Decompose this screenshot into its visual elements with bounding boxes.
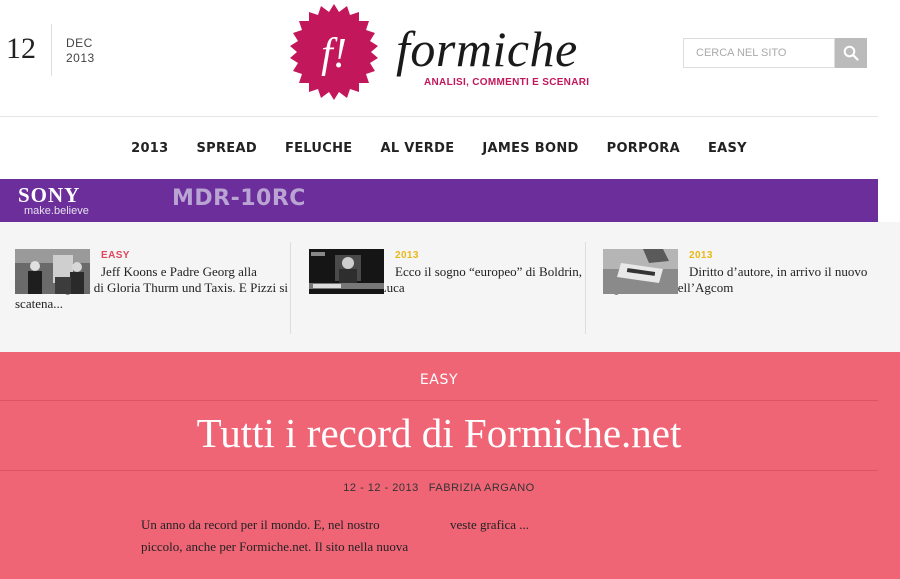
sony-ad-banner[interactable]: SONY make.believe MDR-10RC [0,179,878,222]
article-date: 12 - 12 - 2013 [343,482,419,494]
article-title[interactable]: Tutti i record di Formiche.net [0,409,878,457]
article-excerpt-left: Un anno da record per il mondo. E, nel n… [141,517,409,554]
nav-item-2013[interactable]: 2013 [131,141,168,156]
featured-category[interactable]: 2013 [395,250,419,261]
featured-thumbnail[interactable] [309,249,384,294]
nav-item-feluche[interactable]: FELUCHE [285,141,353,156]
ad-tagline: make.believe [24,205,89,217]
logo-badge-icon[interactable]: f! [283,3,385,105]
nav-item-porpora[interactable]: PORPORA [607,141,680,156]
featured-thumbnail[interactable] [603,249,678,294]
featured-thumbnail[interactable] [15,249,90,294]
date-month-year: DEC 2013 [66,36,95,66]
nav-item-easy[interactable]: EASY [708,141,747,156]
featured-card[interactable]: 2013 Diritto d’autore, in arrivo il nuov… [603,249,883,296]
featured-category[interactable]: EASY [101,250,130,261]
main-nav: 2013 SPREAD FELUCHE AL VERDE JAMES BOND … [0,117,878,179]
logo-badge-text: f! [321,31,347,77]
date-day: 12 [6,32,36,65]
date-month: DEC [66,36,93,50]
search-button[interactable] [835,38,867,68]
article-divider [0,470,878,471]
featured-card[interactable]: EASY Jeff Koons e Padre Georg alla mostr… [15,249,295,312]
ad-model: MDR-10RC [172,186,306,211]
logo-tagline: ANALISI, COMMENTI E SCENARI [424,77,590,88]
article-author[interactable]: FABRIZIA ARGANO [429,482,535,494]
article-meta: 12 - 12 - 2013 FABRIZIA ARGANO [0,482,878,494]
article-divider [0,400,878,401]
date-year: 2013 [66,51,95,65]
article-hero: EASY Tutti i record di Formiche.net 12 -… [0,352,900,579]
nav-item-james-bond[interactable]: JAMES BOND [482,141,578,156]
site-header: 12 DEC 2013 f! formiche ANALISI, COMMENT… [0,0,900,117]
search-icon [843,45,859,61]
featured-category[interactable]: 2013 [689,250,713,261]
article-excerpt-right: veste grafica ... [450,517,530,532]
nav-item-spread[interactable]: SPREAD [197,141,257,156]
featured-divider [290,242,291,334]
date-divider [51,24,52,76]
featured-card[interactable]: 2013 Ecco il sogno “europeo” di Boldrin,… [309,249,589,296]
article-category[interactable]: EASY [0,372,878,388]
nav-item-al-verde[interactable]: AL VERDE [380,141,454,156]
featured-divider [585,242,586,334]
search-input[interactable] [684,39,836,67]
search-field[interactable] [683,38,836,68]
featured-strip: EASY Jeff Koons e Padre Georg alla mostr… [0,222,900,352]
article-excerpt: Un anno da record per il mondo. E, nel n… [141,514,541,558]
logo-wordmark[interactable]: formiche [396,20,578,78]
